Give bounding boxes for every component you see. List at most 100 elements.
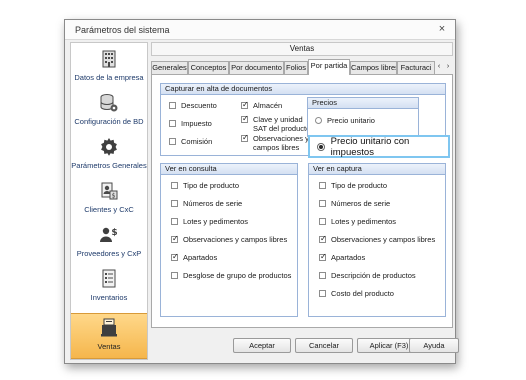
checkbox-clave-unidad-sat[interactable]: Clave y unidad SAT del producto xyxy=(241,114,311,133)
checkbox-comision[interactable]: Comisión xyxy=(169,137,212,146)
tab-scroll-left-icon[interactable]: ‹ xyxy=(435,62,443,72)
checkbox-label: Números de serie xyxy=(183,199,243,208)
radio-button xyxy=(315,117,322,124)
checkbox-label: Descuento xyxy=(181,101,217,110)
sidebar: Datos de la empresa Configuración de BD … xyxy=(70,42,148,360)
checkbox-label: Observaciones y campos libres xyxy=(253,134,309,152)
checkbox-label: Impuesto xyxy=(181,119,212,128)
checkbox-consulta-lotes[interactable]: Lotes y pedimentos xyxy=(171,217,248,226)
tab-facturacion[interactable]: Facturaci xyxy=(397,61,435,74)
checkbox-captura-lotes[interactable]: Lotes y pedimentos xyxy=(319,217,396,226)
checkbox-box-checked xyxy=(319,234,327,243)
group-precios: Precios Precio unitario xyxy=(307,97,419,137)
sidebar-item-label: Proveedores y CxP xyxy=(76,249,142,258)
checkbox-box-checked xyxy=(241,114,249,123)
checkbox-captura-apartados[interactable]: Apartados xyxy=(319,252,366,262)
checkbox-box xyxy=(319,272,326,279)
checkbox-box-checked xyxy=(319,252,327,261)
sidebar-item-label: Clientes y CxC xyxy=(84,205,134,214)
checkbox-box xyxy=(169,138,176,145)
checkbox-box-checked xyxy=(171,252,179,261)
group-title: Ver en captura xyxy=(309,164,445,175)
sidebar-item-label: Datos de la empresa xyxy=(74,73,144,82)
tab-por-documento[interactable]: Por documento xyxy=(229,61,284,74)
checkbox-box xyxy=(171,272,178,279)
footer-buttons: Aceptar Cancelar Aplicar (F3) Ayuda xyxy=(151,338,459,362)
sidebar-item-suppliers[interactable]: $ Proveedores y CxP xyxy=(71,225,147,258)
radio-label: Precio unitario con impuestos xyxy=(330,135,410,158)
checkbox-consulta-desglose[interactable]: Desglose de grupo de productos xyxy=(171,271,291,280)
group-title: Ver en consulta xyxy=(161,164,297,175)
accept-button[interactable]: Aceptar xyxy=(233,338,291,353)
tab-campos-libres[interactable]: Campos libres xyxy=(350,61,397,74)
checkbox-almacen[interactable]: Almacén xyxy=(241,100,283,110)
checkbox-captura-observaciones[interactable]: Observaciones y campos libres xyxy=(319,234,435,244)
checkbox-captura-costo[interactable]: Costo del producto xyxy=(319,289,394,298)
checkbox-box xyxy=(169,102,176,109)
checkbox-label: Lotes y pedimentos xyxy=(183,217,249,226)
title-bar: Parámetros del sistema × xyxy=(65,20,455,40)
checkbox-consulta-numeros-serie[interactable]: Números de serie xyxy=(171,199,242,208)
system-parameters-window: Parámetros del sistema × Datos de la emp… xyxy=(64,19,459,364)
building-icon xyxy=(102,50,116,68)
checkbox-impuesto[interactable]: Impuesto xyxy=(169,119,212,128)
supplier-money-icon: $ xyxy=(100,227,118,242)
checkbox-captura-descripcion[interactable]: Descripción de productos xyxy=(319,271,416,280)
tab-scroll-right-icon[interactable]: › xyxy=(444,62,452,72)
checkbox-label: Apartados xyxy=(331,253,366,262)
sidebar-item-label: Ventas xyxy=(97,342,121,351)
sidebar-item-label: Configuración de BD xyxy=(74,117,144,126)
sidebar-item-company[interactable]: Datos de la empresa xyxy=(71,49,147,82)
help-button[interactable]: Ayuda xyxy=(409,338,459,353)
close-icon[interactable]: × xyxy=(436,23,448,35)
inventory-list-icon xyxy=(102,269,116,288)
tab-generales[interactable]: Generales xyxy=(151,61,188,74)
group-title: Precios xyxy=(308,98,418,109)
sidebar-item-label: Parámetros Generales xyxy=(71,161,147,170)
svg-text:$: $ xyxy=(111,228,117,238)
sidebar-item-general-params[interactable]: Parámetros Generales xyxy=(71,137,147,170)
sales-register-icon xyxy=(101,318,117,337)
sidebar-item-clients[interactable]: $ Clientes y CxC xyxy=(71,181,147,214)
section-header: Ventas xyxy=(151,42,453,56)
cancel-button[interactable]: Cancelar xyxy=(295,338,353,353)
checkbox-box xyxy=(171,200,178,207)
sidebar-item-database[interactable]: Configuración de BD xyxy=(71,93,147,126)
radio-label: Precio unitario xyxy=(327,116,375,125)
checkbox-box xyxy=(319,200,326,207)
tab-folios[interactable]: Folios xyxy=(284,61,308,74)
window-title: Parámetros del sistema xyxy=(75,25,170,35)
checkbox-box-checked xyxy=(241,100,249,109)
checkbox-box xyxy=(171,218,178,225)
group-ver-consulta: Ver en consulta Tipo de producto Números… xyxy=(160,163,298,317)
checkbox-label: Números de serie xyxy=(331,199,391,208)
checkbox-label: Desglose de grupo de productos xyxy=(183,271,292,280)
checkbox-descuento[interactable]: Descuento xyxy=(169,101,217,110)
checkbox-consulta-apartados[interactable]: Apartados xyxy=(171,252,218,262)
checkbox-consulta-observaciones[interactable]: Observaciones y campos libres xyxy=(171,234,287,244)
radio-precio-unitario-con-impuestos[interactable]: Precio unitario con impuestos xyxy=(308,135,450,158)
checkbox-box xyxy=(319,218,326,225)
tab-strip: Generales Conceptos Por documento Folios… xyxy=(151,59,453,75)
radio-precio-unitario[interactable]: Precio unitario xyxy=(315,116,375,125)
checkbox-captura-tipo-producto[interactable]: Tipo de producto xyxy=(319,181,387,190)
checkbox-label: Comisión xyxy=(181,137,213,146)
checkbox-captura-numeros-serie[interactable]: Números de serie xyxy=(319,199,390,208)
tab-conceptos[interactable]: Conceptos xyxy=(188,61,229,74)
checkbox-box xyxy=(319,182,326,189)
radio-button-selected xyxy=(317,142,325,151)
tab-panel-por-partida: Capturar en alta de documentos Descuento… xyxy=(151,74,453,328)
checkbox-label: Tipo de producto xyxy=(331,181,388,190)
sidebar-item-label: Inventarios xyxy=(90,293,128,302)
checkbox-box-checked xyxy=(171,234,179,243)
sidebar-item-sales[interactable]: Ventas xyxy=(71,313,147,359)
database-gear-icon xyxy=(100,94,118,112)
sidebar-item-inventory[interactable]: Inventarios xyxy=(71,269,147,302)
checkbox-observaciones-alta[interactable]: Observaciones y campos libres xyxy=(241,133,309,152)
checkbox-label: Almacén xyxy=(253,101,283,110)
tab-por-partida[interactable]: Por partida xyxy=(308,59,350,75)
checkbox-label: Apartados xyxy=(183,253,218,262)
svg-text:$: $ xyxy=(112,193,116,200)
checkbox-consulta-tipo-producto[interactable]: Tipo de producto xyxy=(171,181,239,190)
checkbox-box xyxy=(171,182,178,189)
